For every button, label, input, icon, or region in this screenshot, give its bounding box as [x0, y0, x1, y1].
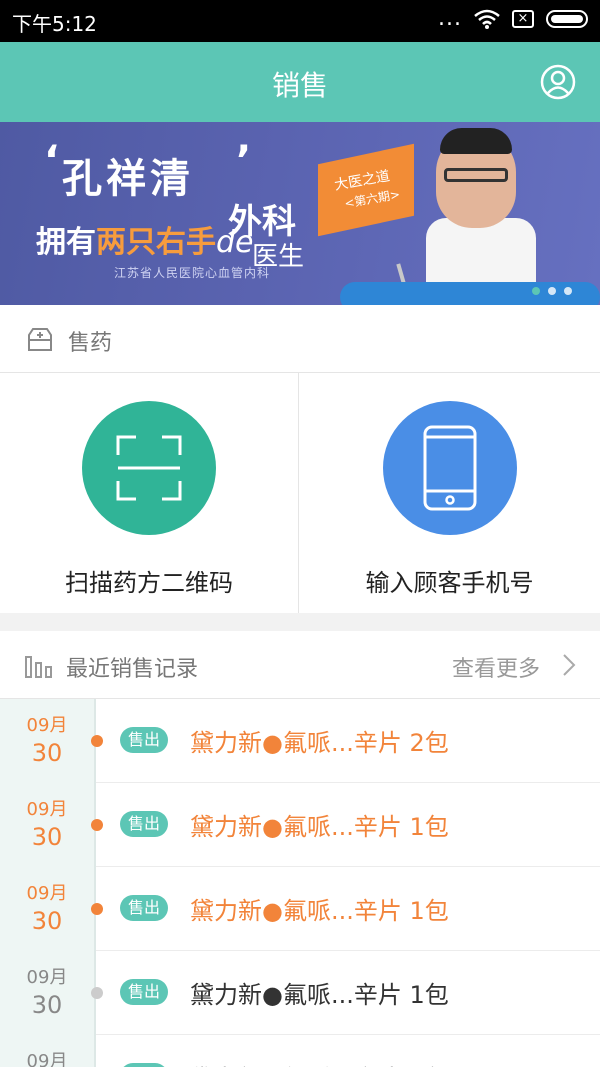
- app-bar: 销售: [0, 42, 600, 122]
- scan-icon: [116, 435, 182, 501]
- record-month: 09月: [26, 715, 68, 736]
- record-month: 09月: [26, 967, 68, 988]
- record-text: 黛力新●氟哌...辛片 2包: [190, 729, 449, 757]
- banner-quote-close: ’: [236, 138, 252, 184]
- banner-sub-part2: 两只右手: [96, 225, 216, 260]
- record-text: 黛力新●氟哌...辛片 1包: [190, 981, 449, 1009]
- sold-badge: 售出: [120, 895, 169, 921]
- status-icons: ... ×: [438, 8, 588, 30]
- chevron-right-icon[interactable]: [562, 653, 576, 677]
- record-date: 09月 30: [0, 867, 96, 951]
- record-month: 09月: [26, 883, 68, 904]
- view-more-link[interactable]: 查看更多: [452, 651, 540, 683]
- medicine-box-icon: [28, 328, 52, 351]
- scan-prescription-button[interactable]: 扫描药方二维码: [0, 373, 299, 613]
- record-date: 09月 30: [0, 699, 96, 783]
- status-bar: 下午5:12 ... ×: [0, 0, 600, 42]
- record-date: 09月 30: [0, 951, 96, 1035]
- list-item[interactable]: 09月 30 售出 黛力新●氟哌...辛片 2包: [0, 699, 600, 783]
- record-day: 30: [31, 823, 63, 851]
- record-text: 黛力新●氟哌...辛片 1包: [190, 1059, 449, 1067]
- sell-section-header: 售药: [0, 305, 600, 373]
- banner-pager[interactable]: [532, 287, 572, 295]
- sold-badge: 售出: [120, 727, 169, 753]
- banner-sub-part1: 拥有: [36, 225, 96, 260]
- recent-sales-header: 最近销售记录 查看更多: [0, 631, 600, 699]
- timeline-dot: [91, 735, 103, 747]
- timeline-dot: [91, 903, 103, 915]
- promo-banner[interactable]: ‘ 孔祥清 ’ 拥有两只右手de 外科 医生 江苏省人民医院心血管内科 大医之道…: [0, 122, 600, 305]
- sell-actions: 扫描药方二维码 输入顾客手机号: [0, 373, 600, 613]
- record-day: 30: [31, 739, 63, 767]
- enter-phone-button[interactable]: 输入顾客手机号: [300, 373, 599, 613]
- battery-icon: [546, 10, 588, 28]
- banner-hospital: 江苏省人民医院心血管内科: [114, 266, 271, 280]
- list-item[interactable]: 09月 30 售出 黛力新●氟哌...辛片 1包: [0, 951, 600, 1035]
- record-text: 黛力新●氟哌...辛片 1包: [190, 813, 449, 841]
- no-sim-icon: ×: [512, 10, 534, 28]
- pager-dot[interactable]: [564, 287, 572, 295]
- record-month: 09月: [26, 1051, 68, 1067]
- pager-dot[interactable]: [548, 287, 556, 295]
- page-title: 销售: [271, 69, 328, 102]
- status-time: 下午5:12: [12, 12, 97, 36]
- pager-dot[interactable]: [532, 287, 540, 295]
- sell-section-title: 售药: [68, 331, 113, 356]
- banner-name: 孔祥清: [62, 155, 194, 202]
- record-date: 09月 30: [0, 1035, 96, 1067]
- bar-chart-icon: [25, 656, 52, 678]
- wifi-icon: [474, 9, 500, 29]
- record-month: 09月: [26, 799, 68, 820]
- sold-badge: 售出: [120, 811, 169, 837]
- doctor-glasses: [444, 168, 508, 182]
- record-day: 30: [31, 991, 63, 1019]
- scan-label: 扫描药方二维码: [65, 569, 233, 597]
- sold-badge: 售出: [120, 1063, 169, 1067]
- banner-quote-open: ‘: [44, 138, 60, 184]
- user-icon[interactable]: [540, 64, 576, 100]
- record-date: 09月 30: [0, 783, 96, 867]
- doctor-hair: [440, 128, 512, 154]
- record-text: 黛力新●氟哌...辛片 1包: [190, 897, 449, 925]
- phone-icon: [423, 425, 477, 511]
- banner-subtitle: 拥有两只右手de: [36, 217, 254, 261]
- list-item[interactable]: 09月 30 售出 黛力新●氟哌...辛片 1包: [0, 867, 600, 951]
- signal-dots: ...: [438, 6, 462, 31]
- sales-records-list: 09月 30 售出 黛力新●氟哌...辛片 2包 09月 30 售出 黛力新●氟…: [0, 699, 600, 1067]
- timeline-dot: [91, 819, 103, 831]
- scan-circle[interactable]: [82, 401, 216, 535]
- list-item[interactable]: 09月 30 售出 黛力新●氟哌...辛片 1包: [0, 1035, 600, 1067]
- list-item[interactable]: 09月 30 售出 黛力新●氟哌...辛片 1包: [0, 783, 600, 867]
- sold-badge: 售出: [120, 979, 169, 1005]
- record-day: 30: [31, 907, 63, 935]
- phone-label: 输入顾客手机号: [365, 569, 534, 597]
- recent-sales-title: 最近销售记录: [66, 657, 199, 682]
- timeline-dot: [91, 987, 103, 999]
- phone-circle[interactable]: [383, 401, 517, 535]
